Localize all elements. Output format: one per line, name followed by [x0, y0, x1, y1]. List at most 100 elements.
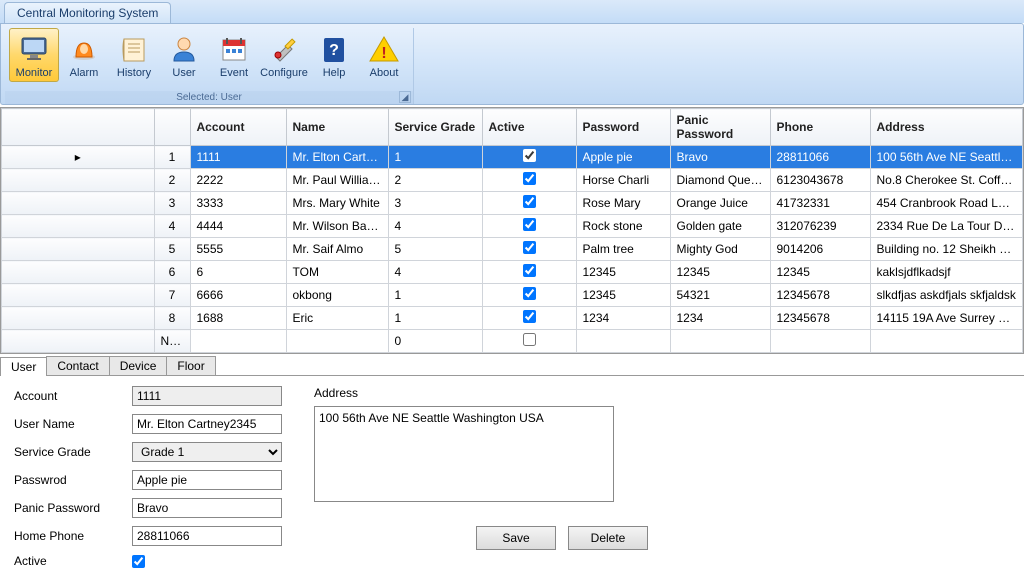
- cell-panic[interactable]: 12345: [670, 261, 770, 284]
- cell-active[interactable]: [482, 169, 576, 192]
- col-phone[interactable]: Phone: [770, 109, 870, 146]
- cell-phone[interactable]: 312076239: [770, 215, 870, 238]
- cell-password[interactable]: Rock stone: [576, 215, 670, 238]
- save-button[interactable]: Save: [476, 526, 556, 550]
- cell-phone[interactable]: [770, 330, 870, 353]
- cell-account[interactable]: 6666: [190, 284, 286, 307]
- cell-panic[interactable]: 1234: [670, 307, 770, 330]
- cell-phone[interactable]: 28811066: [770, 146, 870, 169]
- cell-name[interactable]: Eric: [286, 307, 388, 330]
- panic-password-field[interactable]: [132, 498, 282, 518]
- active-row-checkbox[interactable]: [523, 333, 536, 346]
- active-checkbox[interactable]: [132, 555, 145, 568]
- cell-name[interactable]: [286, 330, 388, 353]
- password-field[interactable]: [132, 470, 282, 490]
- ribbon-expand-icon[interactable]: ◢: [399, 91, 411, 103]
- cell-grade[interactable]: 4: [388, 215, 482, 238]
- cell-password[interactable]: Palm tree: [576, 238, 670, 261]
- address-field[interactable]: 100 56th Ave NE Seattle Washington USA: [314, 406, 614, 502]
- cell-phone[interactable]: 12345: [770, 261, 870, 284]
- col-grade[interactable]: Service Grade: [388, 109, 482, 146]
- col-address[interactable]: Address: [870, 109, 1023, 146]
- cell-account[interactable]: 1688: [190, 307, 286, 330]
- cell-phone[interactable]: 12345678: [770, 284, 870, 307]
- active-row-checkbox[interactable]: [523, 172, 536, 185]
- table-row[interactable]: 81688Eric1123412341234567814115 19A Ave …: [2, 307, 1023, 330]
- table-row[interactable]: 55555Mr. Saif Almo5Palm treeMighty God90…: [2, 238, 1023, 261]
- table-row[interactable]: 33333Mrs. Mary White3Rose MaryOrange Jui…: [2, 192, 1023, 215]
- about-button[interactable]: ! About: [359, 28, 409, 82]
- alarm-button[interactable]: Alarm: [59, 28, 109, 82]
- cell-active[interactable]: [482, 330, 576, 353]
- active-row-checkbox[interactable]: [523, 287, 536, 300]
- cell-account[interactable]: 1111: [190, 146, 286, 169]
- cell-grade[interactable]: 0: [388, 330, 482, 353]
- cell-panic[interactable]: Golden gate: [670, 215, 770, 238]
- cell-grade[interactable]: 5: [388, 238, 482, 261]
- cell-grade[interactable]: 4: [388, 261, 482, 284]
- cell-active[interactable]: [482, 307, 576, 330]
- cell-address[interactable]: slkdfjas askdfjals skfjaldsk: [870, 284, 1023, 307]
- cell-name[interactable]: Mr. Elton Cartney...: [286, 146, 388, 169]
- active-row-checkbox[interactable]: [523, 310, 536, 323]
- tab-device[interactable]: Device: [109, 356, 168, 375]
- table-row[interactable]: ▸11111Mr. Elton Cartney...1Apple pieBrav…: [2, 146, 1023, 169]
- cell-password[interactable]: [576, 330, 670, 353]
- cell-name[interactable]: okbong: [286, 284, 388, 307]
- cell-grade[interactable]: 2: [388, 169, 482, 192]
- cell-password[interactable]: 12345: [576, 261, 670, 284]
- cell-active[interactable]: [482, 215, 576, 238]
- active-row-checkbox[interactable]: [523, 149, 536, 162]
- cell-address[interactable]: 100 56th Ave NE Seattle Washington USA: [870, 146, 1023, 169]
- cell-panic[interactable]: Diamond Queen: [670, 169, 770, 192]
- table-row[interactable]: 44444Mr. Wilson Baptiste4Rock stoneGolde…: [2, 215, 1023, 238]
- cell-phone[interactable]: 6123043678: [770, 169, 870, 192]
- monitor-button[interactable]: Monitor: [9, 28, 59, 82]
- table-row-new[interactable]: New0: [2, 330, 1023, 353]
- user-button[interactable]: User: [159, 28, 209, 82]
- cell-name[interactable]: Mr. Saif Almo: [286, 238, 388, 261]
- cell-grade[interactable]: 3: [388, 192, 482, 215]
- cell-password[interactable]: Horse Charli: [576, 169, 670, 192]
- active-row-checkbox[interactable]: [523, 241, 536, 254]
- cell-address[interactable]: 454 Cranbrook Road London IG2 6LL UK: [870, 192, 1023, 215]
- cell-address[interactable]: No.8 Cherokee St. Coffeyville Kansas USA: [870, 169, 1023, 192]
- delete-button[interactable]: Delete: [568, 526, 648, 550]
- cell-grade[interactable]: 1: [388, 146, 482, 169]
- cell-active[interactable]: [482, 146, 576, 169]
- app-title-tab[interactable]: Central Monitoring System: [4, 2, 171, 23]
- cell-password[interactable]: 12345: [576, 284, 670, 307]
- user-name-field[interactable]: [132, 414, 282, 434]
- cell-panic[interactable]: Orange Juice: [670, 192, 770, 215]
- cell-active[interactable]: [482, 238, 576, 261]
- cell-account[interactable]: 4444: [190, 215, 286, 238]
- active-row-checkbox[interactable]: [523, 218, 536, 231]
- event-button[interactable]: Event: [209, 28, 259, 82]
- history-button[interactable]: History: [109, 28, 159, 82]
- cell-account[interactable]: 3333: [190, 192, 286, 215]
- cell-name[interactable]: TOM: [286, 261, 388, 284]
- col-password[interactable]: Password: [576, 109, 670, 146]
- cell-panic[interactable]: Bravo: [670, 146, 770, 169]
- help-button[interactable]: ? Help: [309, 28, 359, 82]
- cell-account[interactable]: 6: [190, 261, 286, 284]
- cell-panic[interactable]: [670, 330, 770, 353]
- cell-phone[interactable]: 41732331: [770, 192, 870, 215]
- cell-active[interactable]: [482, 284, 576, 307]
- cell-grade[interactable]: 1: [388, 284, 482, 307]
- home-phone-field[interactable]: [132, 526, 282, 546]
- cell-address[interactable]: Building no. 12 Sheikh Zayed Road. Dubai…: [870, 238, 1023, 261]
- col-active[interactable]: Active: [482, 109, 576, 146]
- table-row[interactable]: 66TOM4123451234512345kaklsjdflkadsjf: [2, 261, 1023, 284]
- col-account[interactable]: Account: [190, 109, 286, 146]
- configure-button[interactable]: Configure: [259, 28, 309, 82]
- cell-active[interactable]: [482, 192, 576, 215]
- cell-active[interactable]: [482, 261, 576, 284]
- col-name[interactable]: Name: [286, 109, 388, 146]
- cell-address[interactable]: 14115 19A Ave Surrey BC Canada: [870, 307, 1023, 330]
- col-panic[interactable]: Panic Password: [670, 109, 770, 146]
- active-row-checkbox[interactable]: [523, 264, 536, 277]
- tab-user[interactable]: User: [0, 357, 47, 376]
- cell-address[interactable]: [870, 330, 1023, 353]
- cell-account[interactable]: 2222: [190, 169, 286, 192]
